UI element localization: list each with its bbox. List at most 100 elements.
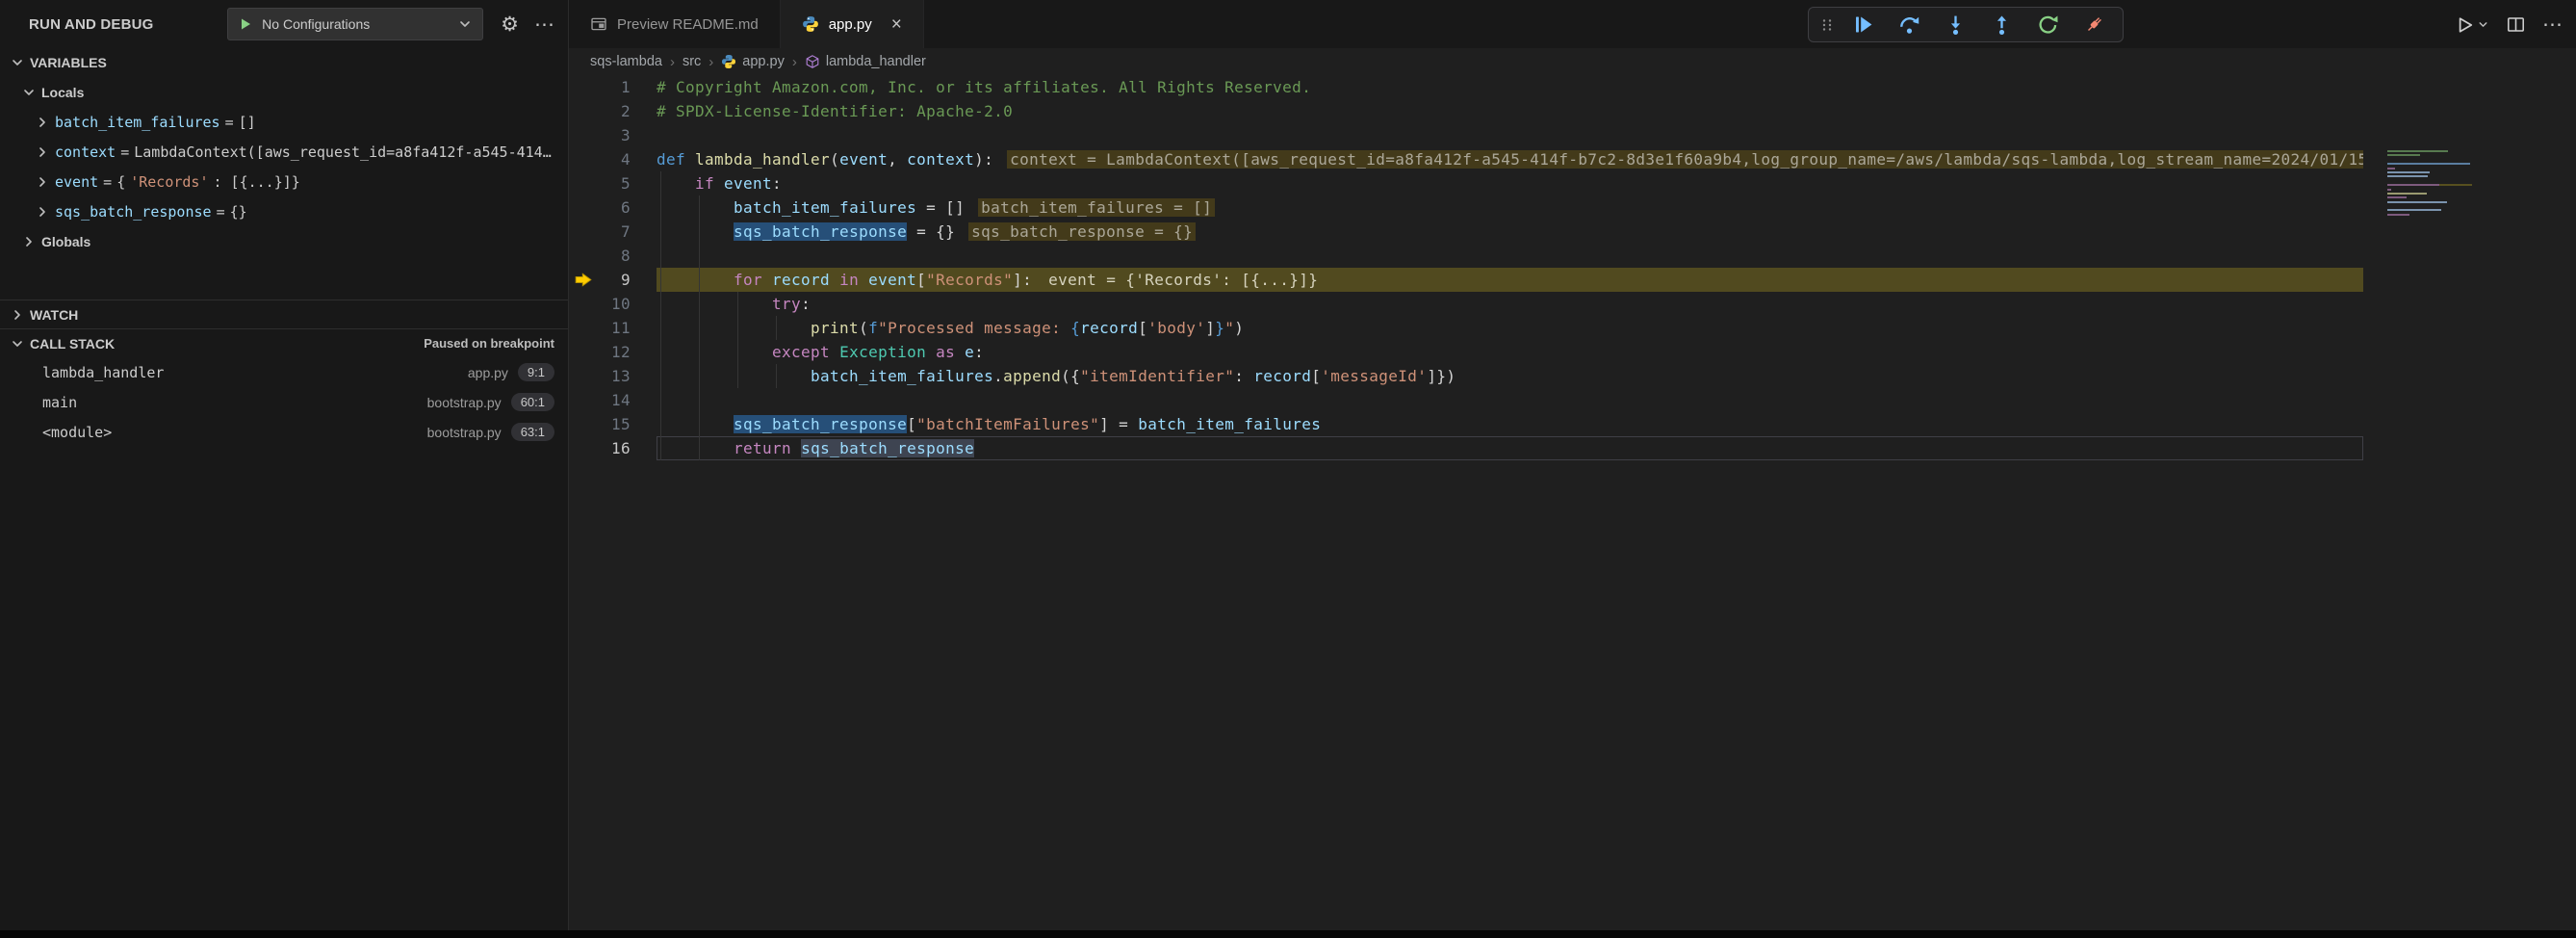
call-stack-section-header[interactable]: CALL STACK Paused on breakpoint [0, 328, 568, 357]
code-line[interactable]: 11 print(f"Processed message: {record['b… [569, 316, 2576, 340]
gutter-line-number[interactable]: 6 [569, 195, 657, 220]
variable-value-string: 'Records' [130, 173, 208, 191]
start-debug-icon[interactable] [238, 16, 253, 32]
gear-icon[interactable]: ⚙ [501, 13, 519, 37]
step-over-button[interactable] [1886, 8, 1932, 41]
code-line[interactable]: 6 batch_item_failures = []batch_item_fai… [569, 195, 2576, 220]
step-out-button[interactable] [1978, 8, 2024, 41]
code-line[interactable]: 9 for record in event["Records"]:event =… [569, 268, 2576, 292]
code-line[interactable]: 3 [569, 123, 2576, 147]
disconnect-button[interactable] [2071, 8, 2117, 41]
code-line[interactable]: 8 [569, 244, 2576, 268]
code-line-content[interactable]: for record in event["Records"]:event = {… [657, 268, 2363, 292]
code-line-content[interactable]: if event: [657, 171, 2363, 195]
chevron-down-icon [457, 16, 473, 32]
code-editor[interactable]: 1# Copyright Amazon.com, Inc. or its aff… [569, 75, 2576, 460]
stack-frame-lambda-handler[interactable]: lambda_handler app.py9:1 [0, 357, 568, 387]
breadcrumb: sqs-lambda › src › app.py › lambda_handl… [569, 48, 2576, 75]
code-line[interactable]: 2# SPDX-License-Identifier: Apache-2.0 [569, 99, 2576, 123]
code-line-content[interactable]: # SPDX-License-Identifier: Apache-2.0 [657, 99, 2363, 123]
minimap[interactable] [2387, 150, 2472, 218]
stack-frame-main[interactable]: main bootstrap.py60:1 [0, 387, 568, 417]
markdown-preview-icon [590, 15, 607, 33]
code-line-content[interactable]: # Copyright Amazon.com, Inc. or its affi… [657, 75, 2363, 99]
scope-locals[interactable]: Locals [0, 77, 568, 107]
code-line-content[interactable]: try: [657, 292, 2363, 316]
frame-name: lambda_handler [42, 364, 164, 381]
code-line-content[interactable]: def lambda_handler(event, context):conte… [657, 147, 2363, 171]
python-icon [802, 15, 819, 33]
close-icon[interactable]: × [891, 15, 902, 34]
call-stack-section-label: CALL STACK [30, 336, 115, 352]
gutter-line-number[interactable]: 15 [569, 412, 657, 436]
tab-app-py[interactable]: app.py × [781, 0, 924, 48]
code-line-content[interactable]: sqs_batch_response = {}sqs_batch_respons… [657, 220, 2363, 244]
stack-frame-module[interactable]: <module> bootstrap.py63:1 [0, 417, 568, 447]
frame-file: app.py [468, 365, 508, 380]
restart-button[interactable] [2024, 8, 2071, 41]
gutter-line-number[interactable]: 10 [569, 292, 657, 316]
split-editor-button[interactable] [2507, 15, 2525, 34]
breadcrumb-item-src[interactable]: src [683, 54, 701, 69]
variable-value: LambdaContext([aws_request_id=a8fa412f-a… [134, 143, 551, 161]
gutter-line-number[interactable]: 3 [569, 123, 657, 147]
code-line-content[interactable] [657, 123, 2363, 147]
gutter-line-number[interactable]: 14 [569, 388, 657, 412]
indent-guide [660, 364, 661, 388]
watch-section-header[interactable]: WATCH [0, 300, 568, 328]
gutter-line-number[interactable]: 11 [569, 316, 657, 340]
drag-handle-icon[interactable] [1815, 16, 1840, 34]
gutter-line-number[interactable]: 16 [569, 436, 657, 460]
gutter-line-number[interactable]: 12 [569, 340, 657, 364]
gutter-line-number[interactable]: 7 [569, 220, 657, 244]
breadcrumb-item-symbol[interactable]: lambda_handler [805, 54, 926, 69]
watch-section-label: WATCH [30, 307, 78, 323]
continue-button[interactable] [1840, 8, 1886, 41]
variable-row-sqs-batch-response[interactable]: sqs_batch_response = {} [0, 196, 568, 226]
code-line[interactable]: 5 if event: [569, 171, 2576, 195]
variable-row-batch-item-failures[interactable]: batch_item_failures = [] [0, 107, 568, 137]
code-line[interactable]: 4def lambda_handler(event, context):cont… [569, 147, 2576, 171]
gutter-line-number[interactable]: 13 [569, 364, 657, 388]
code-line-content[interactable]: batch_item_failures = []batch_item_failu… [657, 195, 2363, 220]
debug-inline-value: batch_item_failures = [] [978, 198, 1215, 217]
tab-preview-readme[interactable]: Preview README.md [569, 0, 781, 48]
code-line[interactable]: 15 sqs_batch_response["batchItemFailures… [569, 412, 2576, 436]
code-line[interactable]: 13 batch_item_failures.append({"itemIden… [569, 364, 2576, 388]
code-line-content[interactable]: return sqs_batch_response [657, 436, 2363, 460]
code-line-content[interactable]: print(f"Processed message: {record['body… [657, 316, 2363, 340]
code-line-content[interactable] [657, 388, 2363, 412]
more-actions-icon[interactable]: ⋯ [534, 13, 554, 37]
tab-bar: Preview README.md app.py × [569, 0, 2576, 48]
gutter-line-number[interactable]: 4 [569, 147, 657, 171]
code-line[interactable]: 10 try: [569, 292, 2576, 316]
code-line-content[interactable]: except Exception as e: [657, 340, 2363, 364]
indent-guide [776, 364, 777, 388]
more-actions-icon[interactable]: ⋯ [2542, 13, 2563, 37]
scope-globals[interactable]: Globals [0, 226, 568, 256]
chevron-right-icon [35, 204, 50, 220]
code-line-content[interactable] [657, 244, 2363, 268]
code-line[interactable]: 16 return sqs_batch_response [569, 436, 2576, 460]
variables-section-header[interactable]: VARIABLES [0, 48, 568, 77]
code-line[interactable]: 12 except Exception as e: [569, 340, 2576, 364]
variable-row-context[interactable]: context = LambdaContext([aws_request_id=… [0, 137, 568, 167]
gutter-line-number[interactable]: 8 [569, 244, 657, 268]
step-into-button[interactable] [1932, 8, 1978, 41]
frame-file: bootstrap.py [427, 395, 502, 410]
breadcrumb-item-file[interactable]: app.py [721, 54, 785, 69]
debug-configuration-dropdown[interactable]: No Configurations [227, 8, 483, 40]
gutter-line-number[interactable]: 1 [569, 75, 657, 99]
variable-row-event[interactable]: event = {'Records': [{...}]} [0, 167, 568, 196]
indent-guide [699, 316, 700, 340]
gutter-line-number[interactable]: 2 [569, 99, 657, 123]
run-python-file-button[interactable] [2455, 15, 2489, 35]
code-line[interactable]: 1# Copyright Amazon.com, Inc. or its aff… [569, 75, 2576, 99]
breadcrumb-item-folder[interactable]: sqs-lambda [590, 54, 662, 69]
gutter-line-number[interactable]: 5 [569, 171, 657, 195]
code-line[interactable]: 14 [569, 388, 2576, 412]
code-line-content[interactable]: sqs_batch_response["batchItemFailures"] … [657, 412, 2363, 436]
code-line-content[interactable]: batch_item_failures.append({"itemIdentif… [657, 364, 2363, 388]
code-line[interactable]: 7 sqs_batch_response = {}sqs_batch_respo… [569, 220, 2576, 244]
gutter-line-number[interactable]: 9 [569, 268, 657, 292]
